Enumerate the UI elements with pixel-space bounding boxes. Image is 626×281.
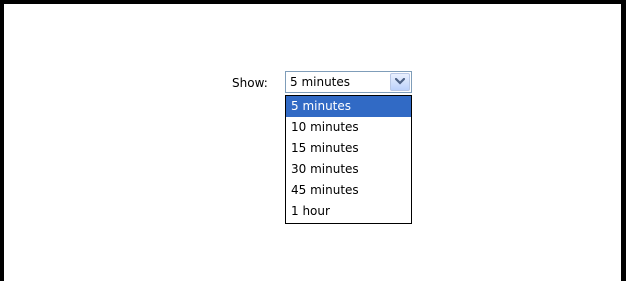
option-30-minutes[interactable]: 30 minutes	[286, 159, 411, 180]
time-range-options-list: 5 minutes 10 minutes 15 minutes 30 minut…	[285, 95, 412, 224]
chevron-down-icon	[395, 78, 405, 85]
option-15-minutes[interactable]: 15 minutes	[286, 138, 411, 159]
page-frame: Show: 5 minutes 5 minutes 10 minutes 15 …	[0, 0, 626, 281]
option-45-minutes[interactable]: 45 minutes	[286, 180, 411, 201]
option-1-hour[interactable]: 1 hour	[286, 201, 411, 222]
time-range-select[interactable]: 5 minutes	[285, 71, 412, 93]
select-current-value: 5 minutes	[290, 75, 351, 89]
option-5-minutes[interactable]: 5 minutes	[286, 96, 411, 117]
show-label: Show:	[232, 76, 268, 90]
option-10-minutes[interactable]: 10 minutes	[286, 117, 411, 138]
dropdown-button[interactable]	[390, 73, 410, 91]
